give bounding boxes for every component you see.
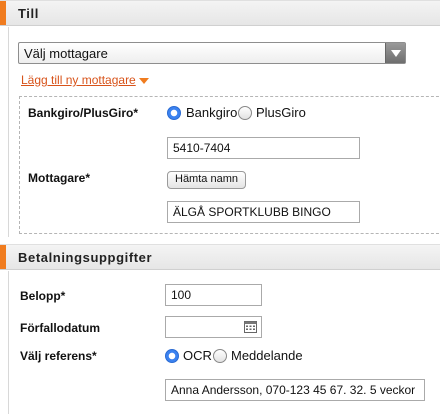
- recipient-label: Mottagare*: [28, 171, 91, 185]
- due-date-input[interactable]: [165, 316, 262, 338]
- radio-plusgiro[interactable]: [238, 106, 252, 120]
- recipient-select-value: Välj mottagare: [24, 46, 108, 61]
- add-recipient-link-text[interactable]: Lägg till ny mottagare: [21, 73, 136, 87]
- reference-value: Anna Andersson, 070-123 45 67. 32. 5 vec…: [171, 383, 416, 397]
- amount-input[interactable]: 100: [165, 284, 262, 306]
- till-section-border: [8, 27, 9, 237]
- chevron-down-icon: [391, 50, 401, 57]
- section-accent: [0, 1, 6, 25]
- add-recipient-link[interactable]: Lägg till ny mottagare: [21, 73, 149, 88]
- radio-message-label[interactable]: Meddelande: [231, 348, 303, 363]
- radio-message[interactable]: [213, 349, 227, 363]
- payment-title: Betalningsuppgifter: [18, 250, 153, 265]
- account-number-value: 5410-7404: [173, 141, 231, 155]
- calendar-icon[interactable]: [244, 321, 257, 336]
- amount-label: Belopp*: [20, 289, 66, 303]
- due-date-label: Förfallodatum: [20, 321, 100, 335]
- reference-label: Välj referens*: [20, 349, 97, 363]
- radio-plusgiro-label[interactable]: PlusGiro: [256, 105, 306, 120]
- radio-bankgiro-label[interactable]: Bankgiro: [186, 105, 237, 120]
- fetch-name-button[interactable]: Hämta namn: [167, 171, 246, 189]
- radio-ocr[interactable]: [165, 349, 179, 363]
- till-title: Till: [18, 6, 39, 21]
- radio-ocr-label[interactable]: OCR: [183, 348, 212, 363]
- recipient-name-value: ÄLGÅ SPORTKLUBB BINGO: [173, 205, 331, 219]
- section-accent: [0, 245, 6, 269]
- radio-bankgiro[interactable]: [167, 106, 181, 120]
- recipient-select[interactable]: Välj mottagare: [18, 42, 406, 64]
- till-section-header: Till: [0, 0, 440, 26]
- bankgiro-label: Bankgiro/PlusGiro*: [28, 106, 139, 120]
- caret-down-icon: [138, 74, 149, 88]
- account-number-input[interactable]: 5410-7404: [167, 137, 360, 159]
- select-arrow-button[interactable]: [385, 43, 405, 63]
- payment-section-border: [8, 271, 9, 414]
- amount-value: 100: [171, 288, 192, 302]
- recipient-name-input[interactable]: ÄLGÅ SPORTKLUBB BINGO: [167, 201, 360, 223]
- payment-section-header: Betalningsuppgifter: [0, 244, 440, 270]
- reference-input[interactable]: Anna Andersson, 070-123 45 67. 32. 5 vec…: [165, 379, 425, 401]
